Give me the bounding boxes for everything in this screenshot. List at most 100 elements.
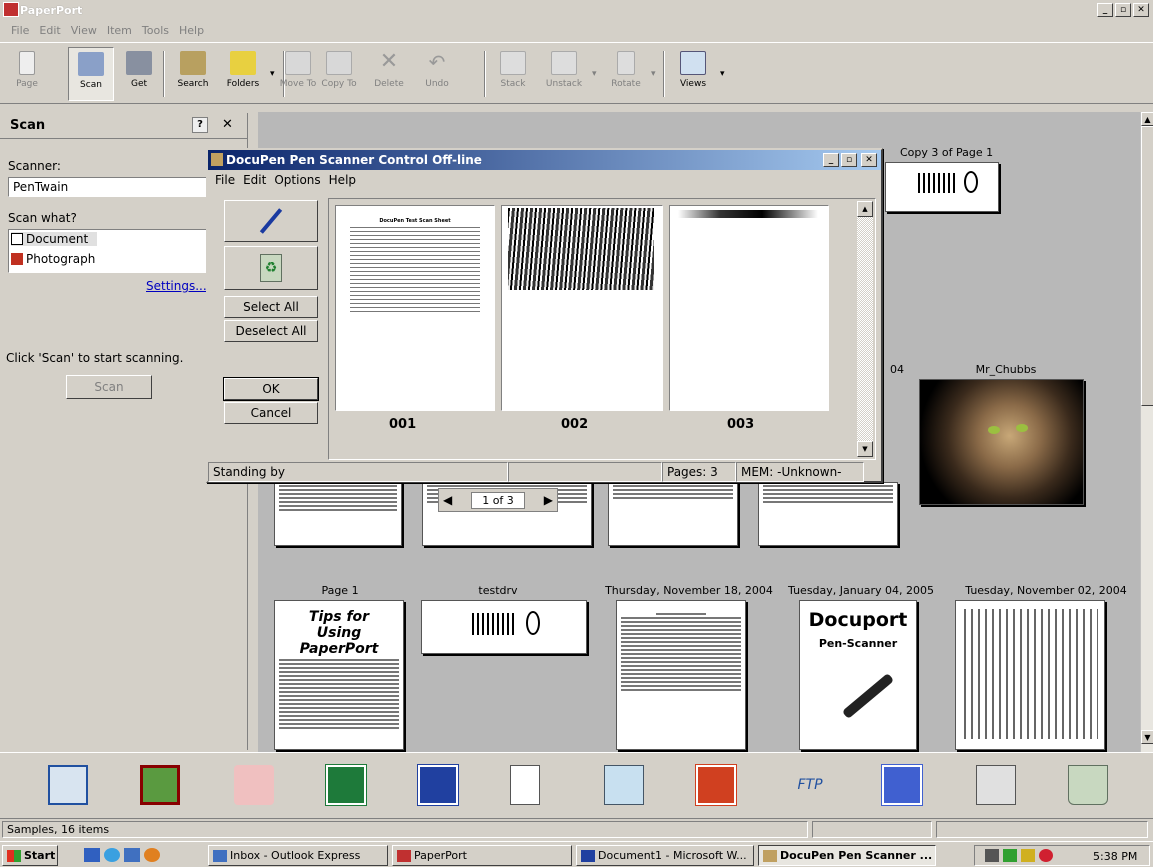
taskbar-item-paperport[interactable]: PaperPort — [392, 845, 572, 866]
dialog-minimize-button[interactable]: _ — [823, 153, 839, 167]
select-all-button[interactable]: Select All — [224, 296, 318, 318]
page-list-scrollbar[interactable]: ▲ ▼ — [857, 201, 873, 457]
art-tools-icon[interactable] — [234, 765, 274, 805]
tips-title: Tips for Using PaperPort — [299, 609, 379, 657]
pager-prev-icon[interactable]: ◀ — [443, 493, 452, 507]
close-button[interactable]: ✕ — [1133, 3, 1149, 17]
tray-volume-icon[interactable] — [1021, 849, 1035, 862]
list-scroll-down-icon[interactable]: ▼ — [857, 441, 873, 457]
thumb-mr-chubbs[interactable] — [919, 379, 1084, 505]
dialog-menu-help[interactable]: Help — [326, 173, 359, 187]
settings-link[interactable]: Settings... — [146, 279, 207, 293]
media-player-icon[interactable] — [144, 848, 160, 862]
page-number-002: 002 — [561, 417, 589, 432]
page-thumb-001[interactable]: DocuPen Test Scan Sheet — [335, 205, 495, 411]
stack-button[interactable]: Stack — [490, 47, 536, 101]
undo-button[interactable]: ↶ Undo — [414, 47, 460, 101]
scroll-up-icon[interactable]: ▲ — [1141, 112, 1153, 126]
paperport-link-icon[interactable] — [881, 764, 923, 806]
option-photograph[interactable]: Photograph — [11, 252, 95, 266]
pager-next-icon[interactable]: ▶ — [544, 493, 553, 507]
thumbnail-scrollbar[interactable]: ▲ ▼ — [1140, 112, 1153, 752]
scanner-icon — [78, 52, 104, 76]
menu-item[interactable]: Item — [102, 22, 137, 40]
ok-button[interactable]: OK — [223, 377, 319, 401]
taskbar-item-outlook[interactable]: Inbox - Outlook Express — [208, 845, 388, 866]
scan-start-button[interactable]: Scan — [66, 375, 152, 399]
menu-view[interactable]: View — [66, 22, 102, 40]
page-thumb-002[interactable] — [501, 205, 663, 411]
pane-close-icon[interactable]: ✕ — [222, 117, 233, 132]
taskbar-item-docupen[interactable]: DocuPen Pen Scanner ... — [758, 845, 936, 866]
notes-icon[interactable] — [604, 765, 644, 805]
dialog-maximize-button[interactable]: ▫ — [841, 153, 857, 167]
option-document[interactable]: Document — [11, 232, 97, 246]
views-button[interactable]: Views — [670, 47, 716, 101]
thumb-mid-4[interactable] — [758, 482, 898, 546]
rotate-button[interactable]: Rotate — [603, 47, 649, 101]
excel-icon[interactable] — [325, 764, 367, 806]
tray-status-icon[interactable] — [1039, 849, 1053, 862]
menu-edit[interactable]: Edit — [34, 22, 65, 40]
powerpoint-icon[interactable] — [695, 764, 737, 806]
menu-tools[interactable]: Tools — [137, 22, 174, 40]
dialog-menu-bar: File Edit Options Help — [208, 170, 881, 190]
delete-button[interactable]: ✕ Delete — [366, 47, 412, 101]
word-icon[interactable] — [417, 764, 459, 806]
tray-shield-icon[interactable] — [1003, 849, 1017, 862]
rotate-dropdown-icon[interactable]: ▾ — [651, 69, 656, 79]
cat-eye-right — [1016, 424, 1028, 432]
menu-help[interactable]: Help — [174, 22, 209, 40]
clock: 5:38 PM — [1093, 850, 1138, 863]
scroll-thumb[interactable] — [1141, 126, 1153, 406]
outlook-quick-icon[interactable] — [124, 848, 140, 862]
taskbar-item-word[interactable]: Document1 - Microsoft W... — [576, 845, 754, 866]
show-desktop-icon[interactable] — [84, 848, 100, 862]
thumb-page1[interactable]: Tips for Using PaperPort — [274, 600, 404, 750]
thumb-testdrv[interactable] — [421, 600, 587, 654]
thumb-copy3[interactable] — [885, 162, 999, 212]
pen-tool-button[interactable] — [224, 200, 318, 242]
search-button[interactable]: Search — [170, 47, 216, 101]
tray-network-icon[interactable] — [985, 849, 999, 862]
scan-button[interactable]: Scan — [68, 47, 114, 101]
thumb-label-testdrv: testdrv — [478, 584, 518, 597]
thumb-mid-3[interactable] — [608, 482, 738, 546]
copy-to-button[interactable]: Copy To — [314, 47, 364, 101]
get-button[interactable]: Get — [116, 47, 162, 101]
unstack-dropdown-icon[interactable]: ▾ — [592, 69, 597, 79]
printer-icon[interactable] — [976, 765, 1016, 805]
cancel-button[interactable]: Cancel — [224, 402, 318, 424]
deselect-all-button[interactable]: Deselect All — [224, 320, 318, 342]
paperport-logo-icon — [3, 2, 19, 17]
help-icon[interactable]: ? — [192, 117, 208, 133]
dialog-close-button[interactable]: ✕ — [861, 153, 877, 167]
docupen-dialog: DocuPen Pen Scanner Control Off-line _ ▫… — [206, 148, 883, 483]
scroll-down-icon[interactable]: ▼ — [1141, 730, 1153, 744]
dialog-menu-file[interactable]: File — [212, 173, 238, 187]
thumb-mid-1[interactable] — [274, 482, 402, 546]
menu-file[interactable]: File — [6, 22, 34, 40]
page-number-003: 003 — [727, 417, 755, 432]
minimize-button[interactable]: _ — [1097, 3, 1113, 17]
thumb-tue-jan04[interactable]: Docuport Pen-Scanner — [799, 600, 917, 750]
recycle-button[interactable]: ♻ — [224, 246, 318, 290]
thumb-tue-nov02[interactable] — [955, 600, 1105, 750]
notepad-icon[interactable] — [510, 765, 540, 805]
picture-icon[interactable] — [140, 765, 180, 805]
list-scroll-up-icon[interactable]: ▲ — [857, 201, 873, 217]
thumb-thu-nov18[interactable] — [616, 600, 746, 750]
dialog-menu-options[interactable]: Options — [271, 173, 323, 187]
start-button[interactable]: Start — [2, 845, 58, 866]
pager-text: 1 of 3 — [471, 491, 525, 509]
page-thumb-003[interactable] — [669, 205, 829, 411]
unstack-button[interactable]: Unstack — [538, 47, 590, 101]
ie-icon[interactable] — [104, 848, 120, 862]
page-button[interactable]: Page — [4, 47, 50, 101]
ftp-icon[interactable]: FTP — [790, 765, 830, 805]
dialog-menu-edit[interactable]: Edit — [240, 173, 269, 187]
maximize-button[interactable]: ▫ — [1115, 3, 1131, 17]
recycle-icon[interactable] — [1068, 765, 1108, 805]
send-to-mail-icon[interactable] — [48, 765, 88, 805]
views-dropdown-icon[interactable]: ▾ — [720, 69, 725, 79]
